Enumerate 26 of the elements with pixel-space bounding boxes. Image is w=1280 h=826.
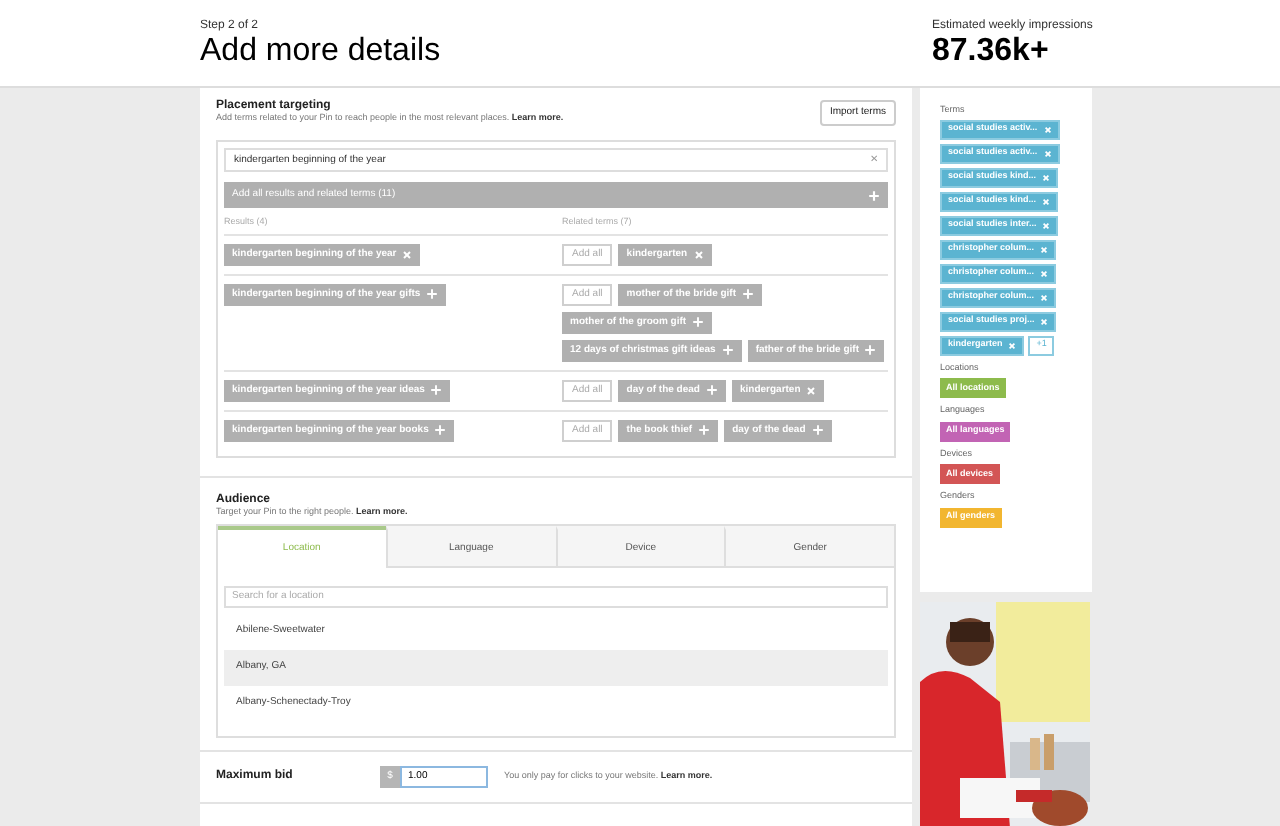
plus-icon bbox=[864, 344, 877, 356]
close-icon bbox=[1008, 341, 1017, 349]
close-icon bbox=[1040, 317, 1049, 325]
plus-icon bbox=[426, 288, 439, 300]
close-icon bbox=[693, 249, 704, 259]
plus-icon bbox=[698, 424, 711, 436]
plus-icon bbox=[434, 424, 447, 436]
close-icon bbox=[806, 385, 817, 395]
plus-icon bbox=[430, 384, 443, 396]
plus-icon bbox=[721, 344, 734, 356]
close-icon bbox=[1040, 245, 1049, 253]
page-title: Add more details bbox=[200, 32, 443, 72]
plus-icon bbox=[868, 189, 880, 201]
plus-icon bbox=[705, 384, 718, 396]
plus-icon bbox=[692, 316, 705, 328]
plus-icon bbox=[742, 288, 755, 300]
close-icon bbox=[1040, 293, 1049, 301]
close-icon bbox=[1042, 197, 1051, 205]
close-icon bbox=[1040, 269, 1049, 277]
close-icon bbox=[1043, 149, 1052, 157]
close-icon bbox=[1043, 125, 1052, 133]
close-icon bbox=[1042, 173, 1051, 181]
plus-icon bbox=[811, 424, 824, 436]
close-icon bbox=[1042, 221, 1051, 229]
impressions-value: 87.36k+ bbox=[932, 32, 1051, 72]
close-icon bbox=[402, 249, 413, 259]
